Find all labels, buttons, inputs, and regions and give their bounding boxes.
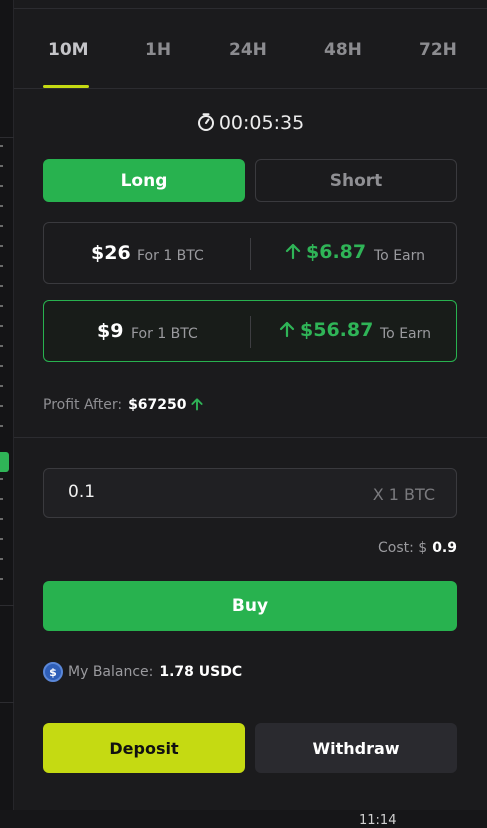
arrow-up-icon xyxy=(187,397,204,413)
long-button[interactable]: Long xyxy=(43,159,245,202)
cost-label: Cost: $ xyxy=(377,540,428,556)
quantity-field[interactable]: X 1 BTC xyxy=(43,468,457,518)
tab-24h[interactable]: 24H xyxy=(229,40,267,60)
offer-option-1[interactable]: $26 For 1 BTC $6.87 To Earn xyxy=(43,222,457,284)
short-button[interactable]: Short xyxy=(255,159,457,202)
offer-for-label: For 1 BTC xyxy=(131,326,198,342)
stopwatch-icon xyxy=(197,112,219,134)
active-tab-indicator xyxy=(43,85,89,88)
withdraw-button[interactable]: Withdraw xyxy=(255,723,457,773)
offer-option-2[interactable]: $9 For 1 BTC $56.87 To Earn xyxy=(43,300,457,362)
trade-panel: 10M 1H 24H 48H 72H 00:05:35 Long Short $… xyxy=(14,0,487,810)
buy-button[interactable]: Buy xyxy=(43,581,457,631)
status-bar xyxy=(0,810,487,823)
arrow-up-icon xyxy=(284,241,306,263)
deposit-button[interactable]: Deposit xyxy=(43,723,245,773)
offer-for-label: For 1 BTC xyxy=(137,248,204,264)
tab-72h[interactable]: 72H xyxy=(419,40,457,60)
balance-label: My Balance: xyxy=(68,664,154,680)
offer-price: $9 xyxy=(97,320,124,342)
offer-to-earn-label: To Earn xyxy=(374,248,425,264)
my-balance: $ My Balance: 1.78 USDC xyxy=(43,662,242,682)
usdc-coin-icon: $ xyxy=(43,662,63,682)
countdown-timer: 00:05:35 xyxy=(14,112,487,134)
quantity-input[interactable] xyxy=(68,482,268,502)
offer-price: $26 xyxy=(91,242,131,264)
offer-earn: $56.87 xyxy=(278,319,373,341)
cost-summary: Cost: $0.9 xyxy=(378,540,457,556)
offer-to-earn-label: To Earn xyxy=(380,326,431,342)
cost-value: 0.9 xyxy=(432,540,457,556)
price-marker xyxy=(0,452,9,472)
balance-value: 1.78 USDC xyxy=(159,664,243,680)
offer-earn: $6.87 xyxy=(284,241,366,263)
tab-1h[interactable]: 1H xyxy=(145,40,171,60)
tab-48h[interactable]: 48H xyxy=(324,40,362,60)
tab-10m[interactable]: 10M xyxy=(48,40,89,60)
profit-after: Profit After: $67250 xyxy=(43,397,204,413)
profit-value: $67250 xyxy=(128,397,187,413)
profit-label: Profit After: xyxy=(43,397,123,413)
timer-value: 00:05:35 xyxy=(218,112,305,134)
duration-tabs: 10M 1H 24H 48H 72H xyxy=(14,9,487,89)
arrow-up-icon xyxy=(278,319,300,341)
chart-edge-strip xyxy=(0,0,14,810)
quantity-unit: X 1 BTC xyxy=(372,485,435,504)
status-clock: 11:14 xyxy=(359,813,397,828)
app-frame: 10M 1H 24H 48H 72H 00:05:35 Long Short $… xyxy=(0,0,487,828)
